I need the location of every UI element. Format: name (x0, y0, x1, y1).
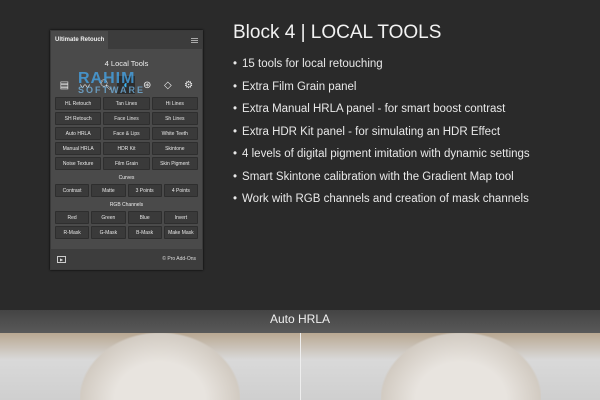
tool-button[interactable]: White Teeth (151, 127, 198, 140)
channel-button[interactable]: Invert (163, 211, 198, 224)
diamond-icon[interactable]: ◇ (159, 76, 177, 94)
channels-icon[interactable]: ⊛ (138, 76, 156, 94)
after-photo (301, 333, 600, 400)
channel-button[interactable]: Green (91, 211, 126, 224)
curve-button[interactable]: 3 Points (127, 184, 162, 197)
magnifier-icon[interactable]: 🔍︎ (97, 76, 115, 94)
ultimate-retouch-panel: Ultimate Retouch 4 Local Tools ▤ 〰 🔍︎ ◐ … (50, 30, 203, 270)
tool-button[interactable]: HL Retouch (55, 97, 102, 110)
tool-button[interactable]: Noise Texture (55, 157, 102, 170)
curves-label: Curves (118, 175, 135, 181)
play-icon[interactable]: ▶ (57, 255, 66, 263)
comparison-divider (300, 333, 301, 400)
before-photo (0, 333, 300, 400)
tool-button[interactable]: Auto HRLA (55, 127, 102, 140)
feature-bullet: 15 tools for local retouching (233, 58, 530, 81)
channel-button[interactable]: Make Mask (163, 226, 198, 239)
document-icon[interactable]: ▤ (55, 76, 73, 94)
channel-button[interactable]: Blue (127, 211, 162, 224)
panel-footer: ▶ © Pro Add-Ons (51, 249, 202, 269)
tool-button[interactable]: HDR Kit (103, 142, 150, 155)
rgb-channels-label: RGB Channels (109, 202, 144, 208)
tool-button[interactable]: Tan Lines (103, 97, 150, 110)
channel-button[interactable]: B-Mask (127, 226, 162, 239)
feature-bullet: Extra Manual HRLA panel - for smart boos… (233, 103, 530, 126)
feature-bullet: Smart Skintone calibration with the Grad… (233, 171, 530, 194)
panel-menu-icon[interactable] (191, 37, 198, 43)
tool-button[interactable]: Skin Pigment (151, 157, 198, 170)
gears-icon[interactable]: ⚙ (180, 76, 198, 94)
feature-bullet: Extra Film Grain panel (233, 81, 530, 104)
tool-button[interactable]: Manual HRLA (55, 142, 102, 155)
curve-button[interactable]: Matte (91, 184, 126, 197)
curve-button[interactable]: 4 Points (163, 184, 198, 197)
tool-button[interactable]: Film Grain (103, 157, 150, 170)
tool-button[interactable]: Skintone (151, 142, 198, 155)
panel-title-bar: Ultimate Retouch (51, 31, 202, 49)
tool-button[interactable]: Sh Lines (151, 112, 198, 125)
panel-heading: 4 Local Tools (104, 59, 149, 68)
tool-button[interactable]: SH Retouch (55, 112, 102, 125)
channel-button[interactable]: G-Mask (91, 226, 126, 239)
tool-button[interactable]: Face Lines (103, 112, 150, 125)
preview-label-band: Auto HRLA (0, 310, 600, 334)
panel-tab[interactable]: Ultimate Retouch (51, 31, 109, 49)
feature-bullet: 4 levels of digital pigment imitation wi… (233, 148, 530, 171)
feature-bullet: Extra HDR Kit panel - for simulating an … (233, 126, 530, 149)
contrast-icon[interactable]: ◐ (117, 76, 136, 94)
channel-button[interactable]: R-Mask (55, 226, 90, 239)
feature-bullet: Work with RGB channels and creation of m… (233, 193, 530, 216)
tool-button[interactable]: Hi Lines (151, 97, 198, 110)
preview-label: Auto HRLA (269, 312, 331, 326)
curve-button[interactable]: Contrast (55, 184, 90, 197)
feature-description: Block 4 | LOCAL TOOLS 15 tools for local… (233, 22, 530, 216)
heartbeat-icon[interactable]: 〰 (76, 76, 94, 94)
block-title: Block 4 | LOCAL TOOLS (233, 22, 442, 43)
pro-addons-link[interactable]: © Pro Add-Ons (162, 256, 196, 262)
tool-button[interactable]: Face & Lips (103, 127, 150, 140)
channel-button[interactable]: Red (55, 211, 90, 224)
